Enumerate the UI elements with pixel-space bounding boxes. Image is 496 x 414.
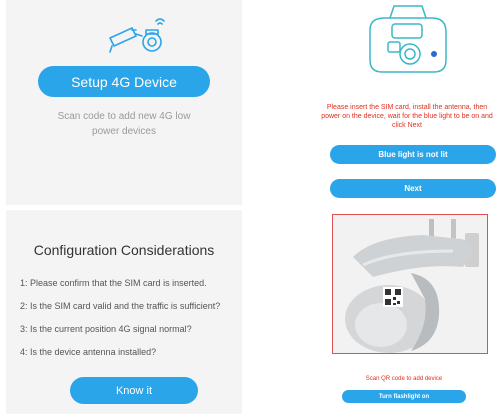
camera-photo-image (333, 215, 487, 353)
configuration-panel: Configuration Considerations 1: Please c… (6, 210, 242, 414)
scan-qr-hint: Scan QR code to add device (365, 376, 443, 382)
insert-sim-panel: Please insert the SIM card, install the … (318, 0, 496, 205)
setup-hint-text: Scan code to add new 4G low power device… (57, 111, 191, 137)
configuration-item: 1: Please confirm that the SIM card is i… (20, 278, 207, 288)
next-button[interactable]: Next (330, 179, 496, 198)
configuration-item: 3: Is the current position 4G signal nor… (20, 324, 192, 334)
scan-viewfinder (332, 214, 488, 354)
camera-illustration-icon (109, 18, 165, 53)
camera-outline-icon (369, 5, 447, 73)
configuration-item: 4: Is the device antenna installed? (20, 347, 157, 357)
setup-4g-device-button[interactable]: Setup 4G Device (38, 66, 210, 97)
scan-qr-panel: Scan QR code to add device Turn flashlig… (318, 210, 490, 414)
insert-sim-instruction: Please insert the SIM card, install the … (321, 104, 493, 129)
configuration-item: 2: Is the SIM card valid and the traffic… (20, 301, 221, 311)
configuration-title: Configuration Considerations (33, 242, 215, 258)
know-it-button[interactable]: Know it (70, 377, 198, 404)
blue-light-not-lit-button[interactable]: Blue light is not lit (330, 145, 496, 164)
turn-flashlight-on-button[interactable]: Turn flashlight on (342, 390, 466, 403)
setup-panel: Setup 4G Device Scan code to add new 4G … (6, 0, 242, 205)
